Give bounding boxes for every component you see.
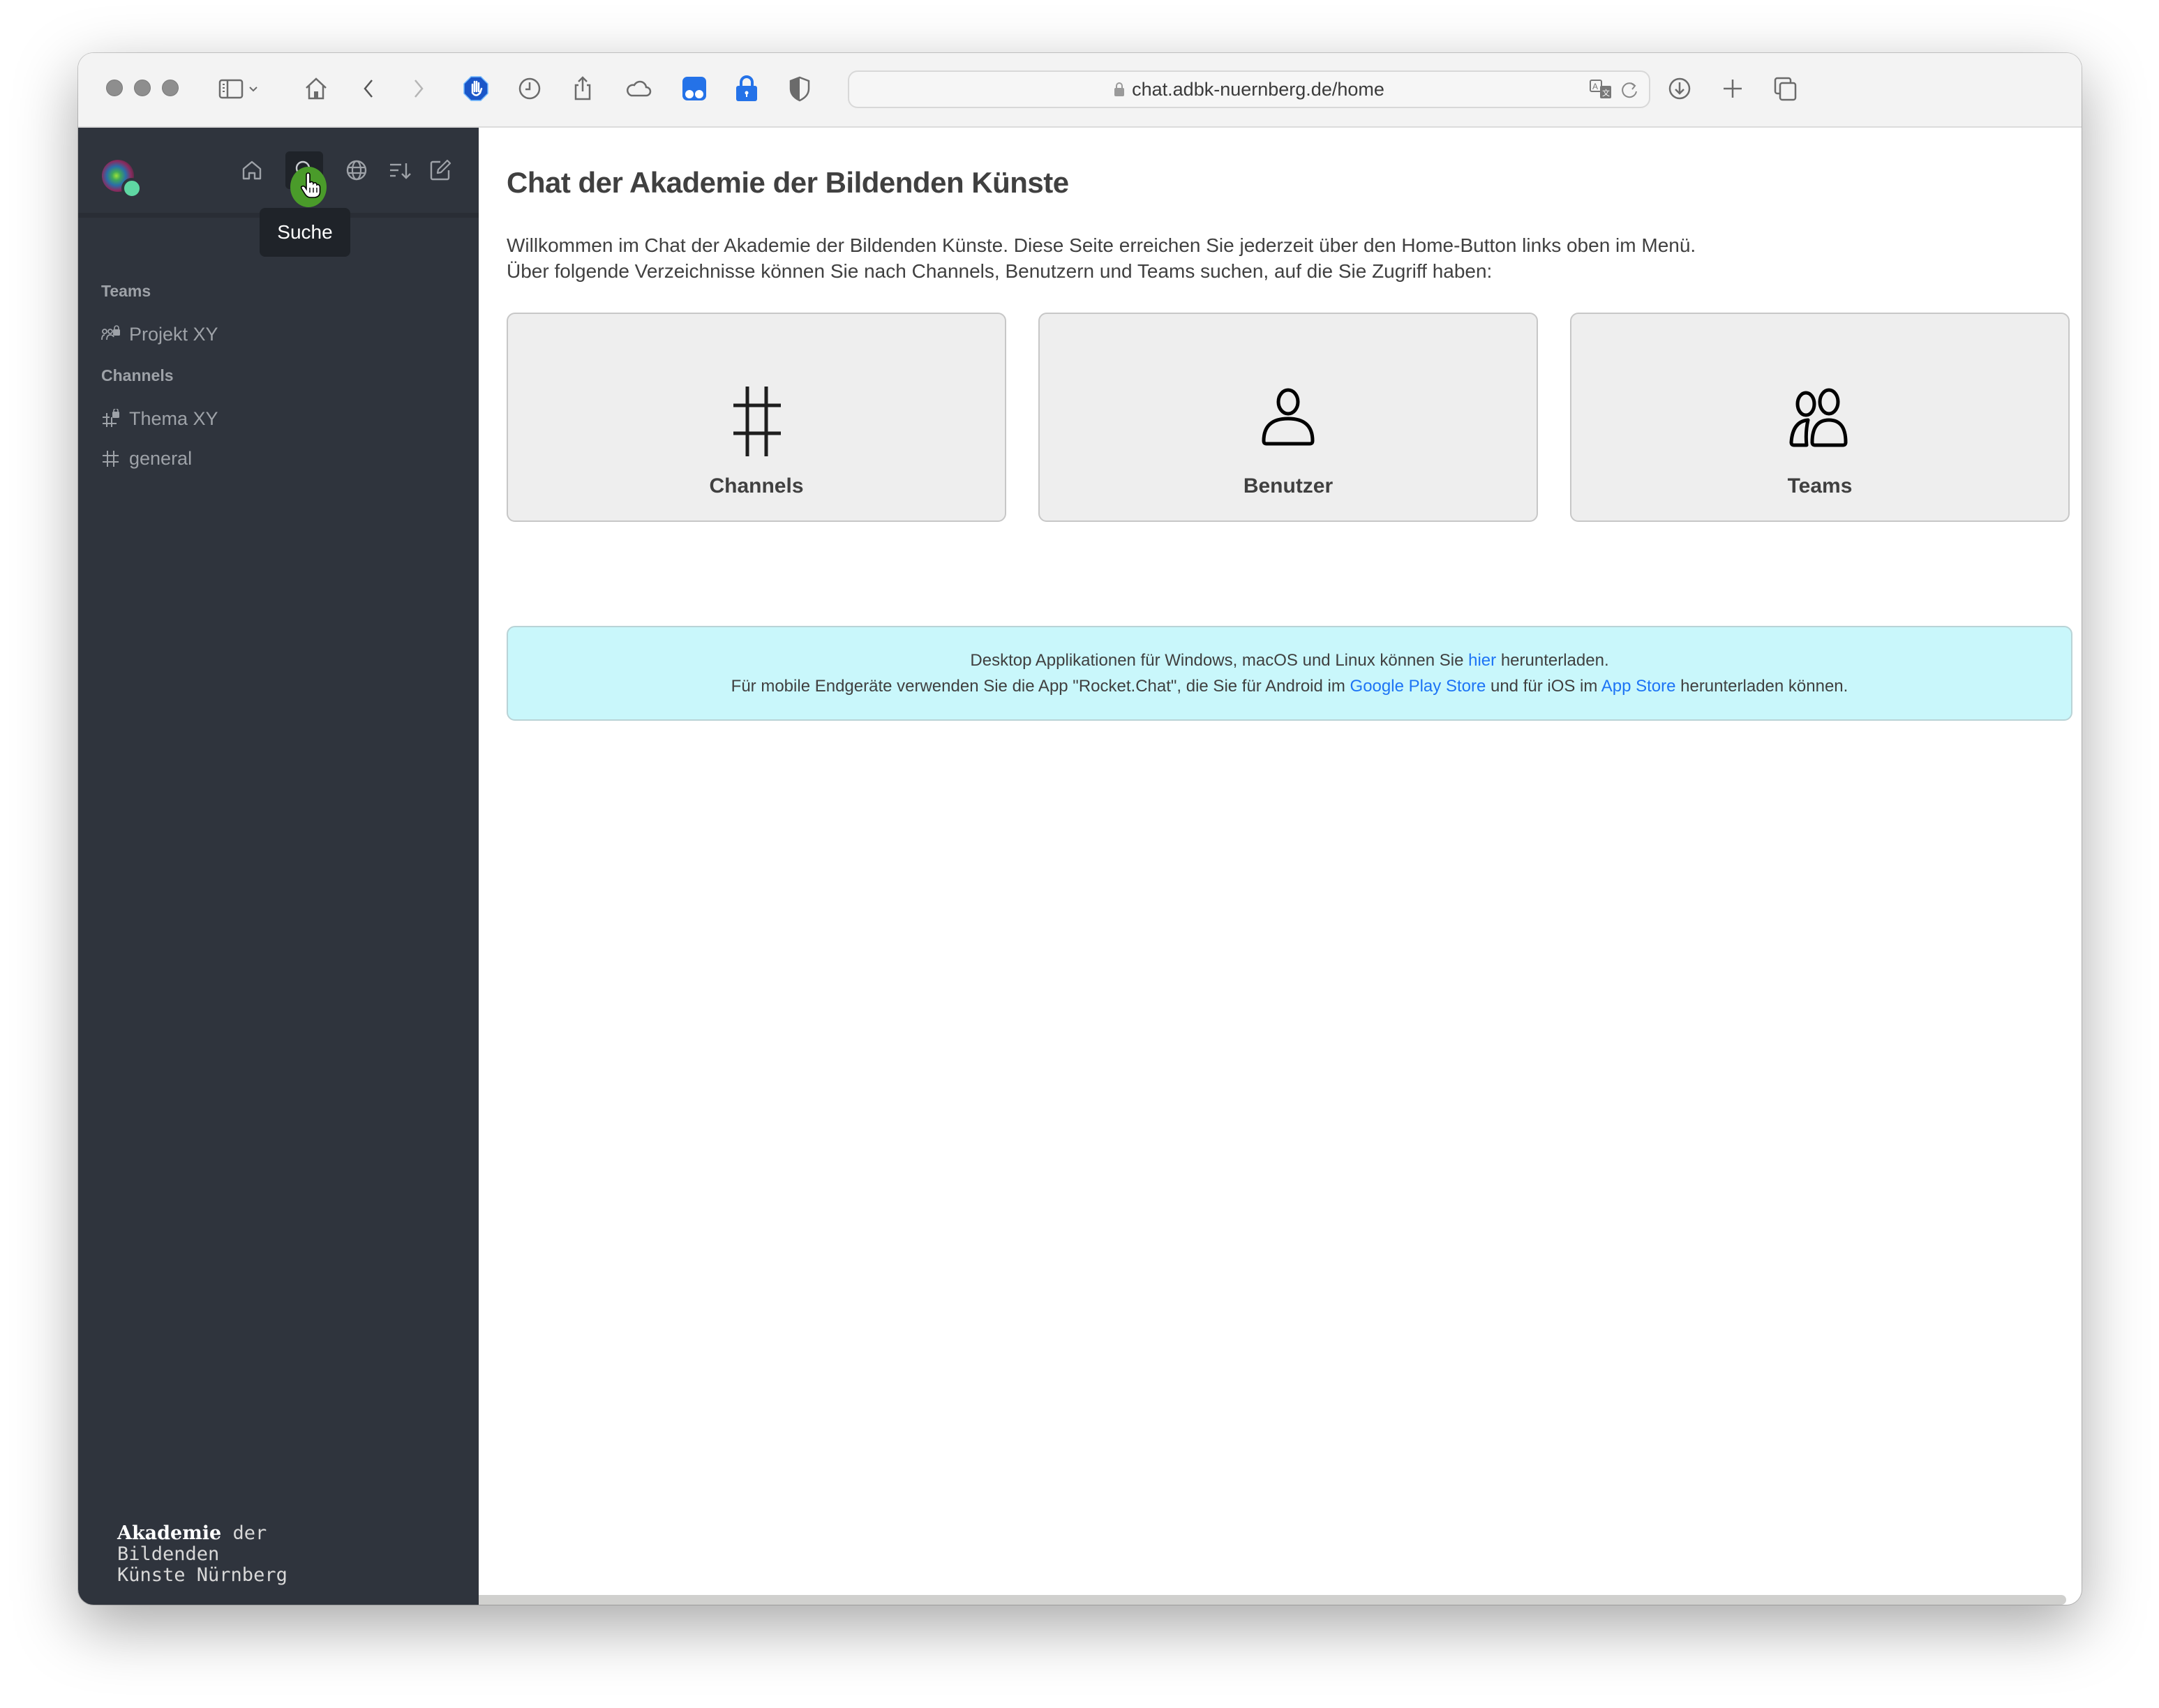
- globe-icon: [346, 160, 367, 181]
- directory-button[interactable]: [338, 151, 375, 189]
- sort-icon: [390, 163, 411, 179]
- shield-icon[interactable]: [785, 74, 814, 103]
- hash-lock-icon: [103, 409, 119, 427]
- sidebar-item-projekt-xy[interactable]: Projekt XY: [101, 318, 218, 350]
- lock-icon: [1114, 82, 1125, 96]
- share-icon[interactable]: [568, 74, 597, 103]
- sidebar-item-label: Thema XY: [129, 407, 218, 429]
- card-label: Benutzer: [1243, 474, 1334, 497]
- sidebar-item-general[interactable]: general: [101, 442, 192, 474]
- desktop-download-link[interactable]: hier: [1468, 651, 1496, 670]
- url-text: chat.adbk-nuernberg.de/home: [1132, 78, 1384, 100]
- svg-text:A: A: [1592, 82, 1598, 91]
- translate-icon[interactable]: A文: [1589, 79, 1614, 101]
- hash-icon: [103, 451, 119, 467]
- back-icon[interactable]: [354, 74, 384, 103]
- sidebar-header: [78, 128, 479, 218]
- window-zoom-button[interactable]: [162, 80, 179, 96]
- svg-text:文: 文: [1602, 88, 1610, 98]
- status-online-indicator: [121, 178, 142, 199]
- team-icon: [1789, 388, 1848, 447]
- section-title-channels: Channels: [101, 366, 174, 384]
- extension-dots-icon[interactable]: [680, 74, 709, 103]
- card-label: Channels: [709, 474, 804, 497]
- chevron-down-icon[interactable]: [246, 74, 261, 103]
- cloud-icon[interactable]: [624, 74, 653, 103]
- home-icon[interactable]: [301, 74, 331, 103]
- info-line-mobile: Für mobile Endgeräte verwenden Sie die A…: [731, 677, 1848, 696]
- brand-logo: Akademie der Bildenden Künste Nürnberg: [117, 1522, 287, 1586]
- browser-window: chat.adbk-nuernberg.de/home A文 Suche Tea…: [78, 53, 2082, 1605]
- forward-icon[interactable]: [403, 74, 433, 103]
- card-label: Teams: [1787, 474, 1853, 497]
- download-info-banner: Desktop Applikationen für Windows, macOS…: [507, 626, 2072, 721]
- main-content: Chat der Akademie der Bildenden Künste W…: [479, 128, 2082, 1605]
- intro-text: Willkommen im Chat der Akademie der Bild…: [507, 234, 1696, 282]
- tabs-overview-icon[interactable]: [1771, 74, 1800, 103]
- edit-icon: [430, 159, 451, 181]
- address-bar[interactable]: chat.adbk-nuernberg.de/home A文: [848, 70, 1650, 108]
- window-minimize-button[interactable]: [134, 80, 151, 96]
- google-play-store-link[interactable]: Google Play Store: [1350, 677, 1486, 696]
- download-icon[interactable]: [1665, 74, 1694, 103]
- pointer-hand-icon: [300, 172, 321, 198]
- password-lock-icon[interactable]: [732, 74, 761, 103]
- home-button[interactable]: [233, 151, 271, 189]
- section-title-teams: Teams: [101, 282, 151, 300]
- page-title: Chat der Akademie der Bildenden Künste: [507, 166, 1069, 199]
- sidebar-toggle-icon[interactable]: [216, 74, 246, 103]
- sidebar-item-label: Projekt XY: [129, 323, 218, 345]
- info-line-desktop: Desktop Applikationen für Windows, macOS…: [970, 651, 1609, 670]
- browser-toolbar: chat.adbk-nuernberg.de/home A文: [78, 53, 2082, 128]
- search-tooltip: Suche: [260, 208, 350, 257]
- horizontal-scrollbar[interactable]: [479, 1595, 2066, 1605]
- create-new-button[interactable]: [421, 151, 459, 189]
- sidebar-item-label: general: [129, 447, 193, 469]
- sidebar: Suche Teams Projekt XY Channels Thema XY…: [78, 128, 479, 1605]
- directory-card-benutzer[interactable]: Benutzer: [1038, 313, 1538, 522]
- window-close-button[interactable]: [106, 80, 123, 96]
- new-tab-plus-icon[interactable]: [1718, 74, 1747, 103]
- directory-card-teams[interactable]: Teams: [1570, 313, 2070, 522]
- sidebar-item-thema-xy[interactable]: Thema XY: [101, 403, 218, 435]
- user-icon: [1262, 388, 1315, 446]
- adblock-hand-icon[interactable]: [461, 74, 491, 103]
- app-store-link[interactable]: App Store: [1601, 677, 1676, 696]
- home-icon: [242, 160, 262, 180]
- history-clock-icon[interactable]: [515, 74, 544, 103]
- team-lock-icon: [101, 325, 120, 340]
- sort-button[interactable]: [381, 151, 419, 189]
- hash-icon: [733, 387, 781, 456]
- directory-card-channels[interactable]: Channels: [507, 313, 1006, 522]
- reload-icon[interactable]: [1621, 80, 1641, 101]
